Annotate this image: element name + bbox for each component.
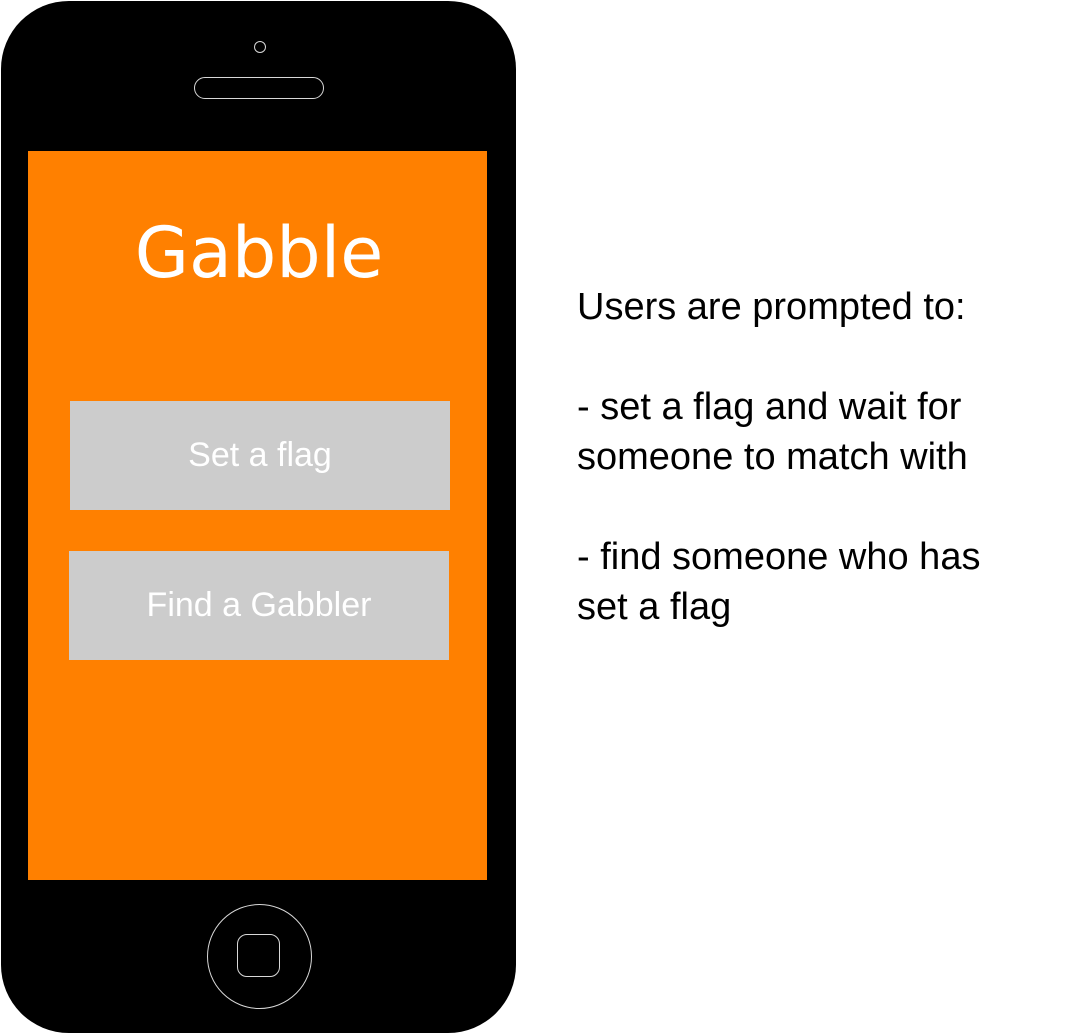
home-button-icon[interactable] xyxy=(207,904,312,1009)
speaker-icon xyxy=(194,77,324,99)
notes-option2-line1: - find someone who has xyxy=(577,536,981,578)
set-flag-button[interactable]: Set a flag xyxy=(70,401,450,510)
phone-frame: Gabble Set a flag Find a Gabbler xyxy=(1,1,516,1033)
description-notes: Users are prompted to: - set a flag and … xyxy=(577,282,1057,632)
find-gabbler-button[interactable]: Find a Gabbler xyxy=(69,551,449,660)
app-title: Gabble xyxy=(134,212,384,294)
notes-option2-line2: set a flag xyxy=(577,586,732,628)
notes-option1-line1: - set a flag and wait for xyxy=(577,386,962,428)
notes-option1-line2: someone to match with xyxy=(577,436,968,478)
phone-screen: Gabble Set a flag Find a Gabbler xyxy=(28,151,487,880)
notes-intro: Users are prompted to: xyxy=(577,286,966,328)
home-square-icon xyxy=(237,934,280,977)
camera-icon xyxy=(254,41,266,53)
